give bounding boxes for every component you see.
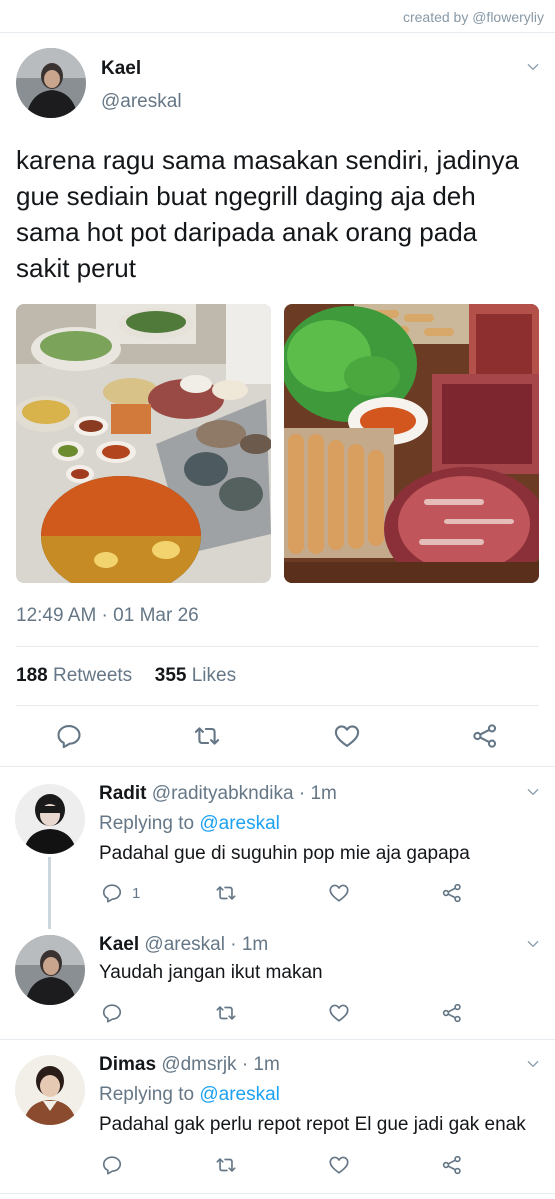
replying-to-label: Replying to: [99, 813, 195, 834]
tweet-timestamp[interactable]: 12:49 AM · 01 Mar 26: [16, 605, 199, 627]
divider: [0, 1039, 555, 1040]
reply-text: Padahal gak perlu repot repot El gue jad…: [99, 1114, 526, 1135]
like-icon[interactable]: [333, 722, 361, 750]
divider: [16, 705, 539, 706]
retweets-label[interactable]: Retweets: [53, 665, 132, 686]
divider: [0, 766, 555, 767]
replying-to-handle[interactable]: @areskal: [199, 1084, 280, 1105]
replying-to-label: Replying to: [99, 1084, 195, 1105]
share-icon[interactable]: [471, 722, 499, 750]
retweet-icon[interactable]: [215, 1154, 237, 1176]
chevron-down-icon[interactable]: [526, 785, 540, 799]
avatar[interactable]: [15, 1055, 85, 1125]
tweet-photo-hotpot[interactable]: [16, 304, 271, 583]
like-icon[interactable]: [328, 882, 350, 904]
reply-author-handle[interactable]: @radityabkndika · 1m: [152, 783, 337, 804]
reply-header: Kael @areskal · 1m: [99, 934, 268, 956]
credit-label: created by @floweryliy: [402, 9, 544, 25]
chevron-down-icon[interactable]: [526, 60, 540, 74]
like-icon[interactable]: [328, 1154, 350, 1176]
reply-count: 1: [132, 885, 141, 902]
likes-count[interactable]: 355: [155, 665, 187, 686]
avatar[interactable]: [15, 935, 85, 1005]
like-icon[interactable]: [328, 1002, 350, 1024]
replying-to: Replying to @areskal: [99, 813, 280, 835]
author-handle[interactable]: @areskal: [101, 91, 182, 113]
retweet-icon[interactable]: [193, 722, 221, 750]
avatar[interactable]: [15, 784, 85, 854]
reply-icon[interactable]: [101, 1002, 123, 1024]
reply-author-handle[interactable]: @dmsrjk · 1m: [161, 1054, 280, 1075]
share-icon[interactable]: [441, 882, 463, 904]
reply-icon[interactable]: [101, 882, 123, 904]
chevron-down-icon[interactable]: [526, 937, 540, 951]
retweet-icon[interactable]: [215, 882, 237, 904]
reply-icon[interactable]: [55, 722, 83, 750]
tweet-text: karena ragu sama masakan sendiri, jadiny…: [16, 145, 519, 283]
reply-text: Padahal gue di suguhin pop mie aja gapap…: [99, 843, 470, 864]
tweet-stats: 188 Retweets 355 Likes: [16, 665, 236, 687]
author-name[interactable]: Kael: [101, 58, 141, 80]
reply-header: Radit @radityabkndika · 1m: [99, 783, 337, 805]
replying-to: Replying to @areskal: [99, 1084, 280, 1106]
thread-line: [48, 857, 51, 929]
retweets-count[interactable]: 188: [16, 665, 48, 686]
divider: [16, 646, 539, 647]
likes-label[interactable]: Likes: [192, 665, 236, 686]
reply-author-name[interactable]: Radit: [99, 783, 147, 804]
retweet-icon[interactable]: [215, 1002, 237, 1024]
reply-header: Dimas @dmsrjk · 1m: [99, 1054, 280, 1076]
share-icon[interactable]: [441, 1002, 463, 1024]
reply-author-name[interactable]: Dimas: [99, 1054, 156, 1075]
reply-author-handle[interactable]: @areskal · 1m: [144, 934, 268, 955]
chevron-down-icon[interactable]: [526, 1057, 540, 1071]
divider: [0, 32, 555, 33]
reply-text: Yaudah jangan ikut makan: [99, 962, 323, 983]
reply-icon[interactable]: [101, 1154, 123, 1176]
divider: [0, 1193, 555, 1194]
replying-to-handle[interactable]: @areskal: [199, 813, 280, 834]
tweet-photo-grill[interactable]: [284, 304, 539, 583]
reply-author-name[interactable]: Kael: [99, 934, 139, 955]
avatar[interactable]: [16, 48, 86, 118]
share-icon[interactable]: [441, 1154, 463, 1176]
